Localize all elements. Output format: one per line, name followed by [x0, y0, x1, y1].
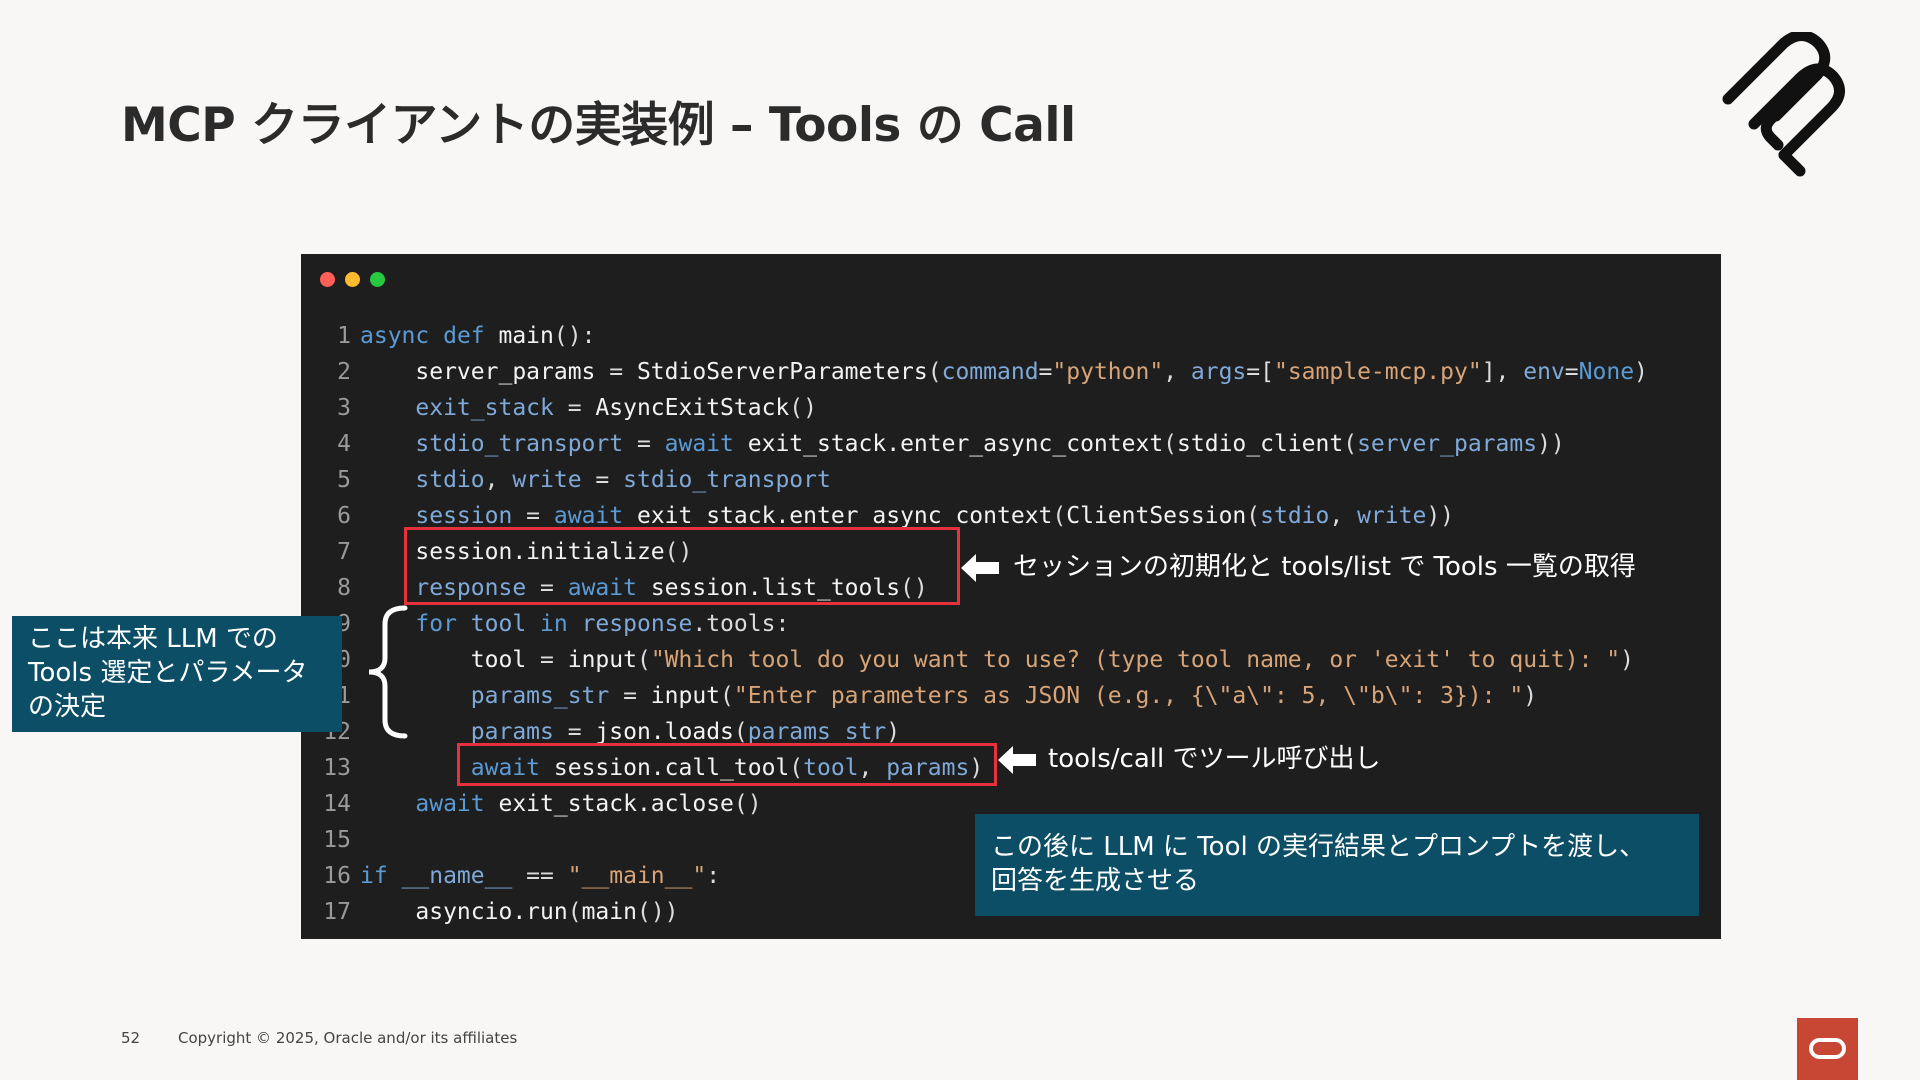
code-line: 2 server_params = StdioServerParameters(…	[301, 354, 1721, 390]
annotation-init-list: セッションの初期化と tools/list で Tools 一覧の取得	[1013, 552, 1636, 582]
copyright-text: Copyright © 2025, Oracle and/or its affi…	[178, 1029, 518, 1047]
note-after-call-line-1: この後に LLM に Tool の実行結果とプロンプトを渡し、	[991, 832, 1646, 862]
highlight-box-call	[457, 743, 997, 786]
code-text: server_params = StdioServerParameters(co…	[360, 359, 1648, 385]
line-number: 7	[337, 539, 351, 565]
line-number: 15	[323, 827, 351, 853]
note-llm-selection-line-1: ここは本来 LLM での	[28, 624, 278, 654]
highlight-box-init	[404, 527, 960, 605]
note-after-call: この後に LLM に Tool の実行結果とプロンプトを渡し、 回答を生成させる	[975, 814, 1699, 916]
curly-brace-icon	[368, 605, 408, 739]
code-text: exit_stack = AsyncExitStack()	[360, 395, 817, 421]
code-text: for tool in response.tools:	[360, 611, 790, 637]
code-line: 3 exit_stack = AsyncExitStack()	[301, 390, 1721, 426]
line-number: 2	[337, 359, 351, 385]
line-number: 6	[337, 503, 351, 529]
code-text: if __name__ == "__main__":	[360, 863, 721, 889]
code-text: tool = input("Which tool do you want to …	[360, 647, 1634, 673]
line-number: 4	[337, 431, 351, 457]
code-text: stdio, write = stdio_transport	[360, 467, 831, 493]
code-text: asyncio.run(main())	[360, 899, 679, 925]
annotation-call: tools/call でツール呼び出し	[1048, 744, 1381, 774]
mcp-logo-icon	[1722, 32, 1845, 177]
code-line: 4 stdio_transport = await exit_stack.ent…	[301, 426, 1721, 462]
window-minimize-dot	[345, 272, 360, 287]
oracle-logo-icon	[1797, 1018, 1858, 1080]
note-llm-selection-line-2: Tools 選定とパラメータ	[28, 658, 308, 688]
page-number: 52	[121, 1029, 141, 1047]
code-line: 1 async def main():	[301, 318, 1721, 354]
line-number: 14	[323, 791, 351, 817]
code-text: async def main():	[360, 323, 596, 349]
slide-title: MCP クライアントの実装例 – Tools の Call	[121, 98, 1076, 153]
code-text: params_str = input("Enter parameters as …	[360, 683, 1538, 709]
code-text: stdio_transport = await exit_stack.enter…	[360, 431, 1565, 457]
line-number: 17	[323, 899, 351, 925]
note-llm-selection-line-3: の決定	[28, 692, 107, 722]
code-line: 11 params_str = input("Enter parameters …	[301, 678, 1721, 714]
line-number: 16	[323, 863, 351, 889]
line-number: 1	[337, 323, 351, 349]
code-line: 9 for tool in response.tools:	[301, 606, 1721, 642]
code-text: await exit_stack.aclose()	[360, 791, 762, 817]
line-number: 13	[323, 755, 351, 781]
code-line: 10 tool = input("Which tool do you want …	[301, 642, 1721, 678]
arrow-left-icon	[961, 554, 999, 582]
window-close-dot	[320, 272, 335, 287]
line-number: 8	[337, 575, 351, 601]
note-llm-selection: ここは本来 LLM での Tools 選定とパラメータ の決定	[12, 616, 342, 732]
line-number: 3	[337, 395, 351, 421]
code-line: 5 stdio, write = stdio_transport	[301, 462, 1721, 498]
window-maximize-dot	[370, 272, 385, 287]
arrow-left-icon	[998, 746, 1036, 774]
note-after-call-line-2: 回答を生成させる	[991, 866, 1200, 896]
line-number: 5	[337, 467, 351, 493]
